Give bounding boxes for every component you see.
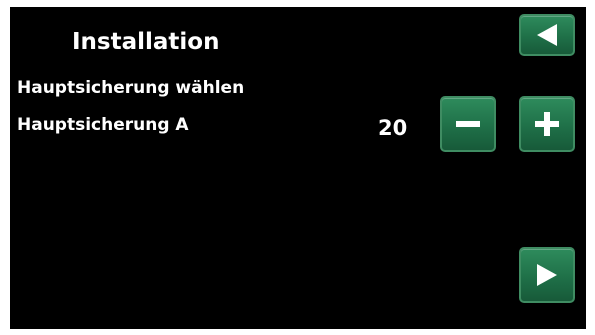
page-title: Installation (72, 29, 220, 55)
back-button[interactable] (519, 14, 575, 56)
triangle-left-icon (537, 24, 557, 46)
field-label: Hauptsicherung A (17, 115, 189, 135)
fuse-value: 20 (378, 116, 408, 140)
plus-icon (535, 112, 559, 136)
section-label: Hauptsicherung wählen (17, 78, 245, 98)
next-button[interactable] (519, 247, 575, 303)
minus-icon (456, 121, 480, 127)
screen: Installation Hauptsicherung wählen Haupt… (10, 7, 586, 329)
decrease-button[interactable] (440, 96, 496, 152)
increase-button[interactable] (519, 96, 575, 152)
triangle-right-icon (537, 264, 557, 286)
